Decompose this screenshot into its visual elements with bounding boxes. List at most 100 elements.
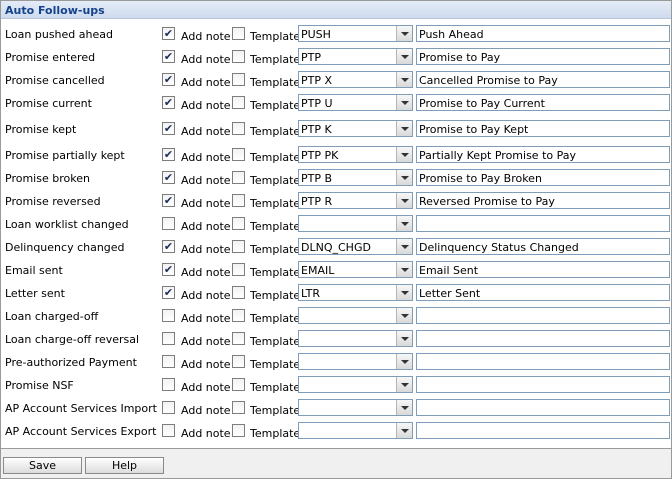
note-description-field[interactable]: Promise to Pay <box>416 48 670 65</box>
template-checkbox[interactable] <box>232 424 245 437</box>
chevron-down-icon[interactable] <box>396 308 412 323</box>
note-description-field[interactable]: Promise to Pay Kept <box>416 120 670 137</box>
note-description-field[interactable]: Partially Kept Promise to Pay <box>416 146 670 163</box>
action-code-select[interactable] <box>298 399 413 416</box>
template-checkbox[interactable] <box>232 73 245 86</box>
add-note-checkbox[interactable]: ✔ <box>162 286 175 299</box>
action-code-select[interactable]: PUSH <box>298 25 413 42</box>
template-checkbox[interactable] <box>232 355 245 368</box>
save-button[interactable]: Save <box>3 457 82 474</box>
add-note-checkbox[interactable]: ✔ <box>162 73 175 86</box>
template-checkbox[interactable] <box>232 309 245 322</box>
action-code-select[interactable]: PTP B <box>298 169 413 186</box>
add-note-checkbox[interactable]: ✔ <box>162 240 175 253</box>
template-checkbox[interactable] <box>232 240 245 253</box>
help-button[interactable]: Help <box>85 457 164 474</box>
add-note-label: Add note <box>181 220 231 233</box>
chevron-down-icon[interactable] <box>396 26 412 41</box>
action-code-select[interactable]: LTR <box>298 284 413 301</box>
note-description-field[interactable] <box>416 353 670 370</box>
event-label: Email sent <box>5 264 63 277</box>
action-code-select[interactable]: PTP X <box>298 71 413 88</box>
template-checkbox[interactable] <box>232 194 245 207</box>
note-description-field[interactable] <box>416 399 670 416</box>
event-label: Loan pushed ahead <box>5 28 113 41</box>
action-code-select[interactable] <box>298 353 413 370</box>
add-note-checkbox[interactable]: ✔ <box>162 50 175 63</box>
action-code-select[interactable]: PTP U <box>298 94 413 111</box>
template-checkbox[interactable] <box>232 27 245 40</box>
add-note-checkbox[interactable]: ✔ <box>162 27 175 40</box>
action-code-select[interactable] <box>298 307 413 324</box>
note-description-field[interactable]: Cancelled Promise to Pay <box>416 71 670 88</box>
add-note-checkbox[interactable]: ✔ <box>162 148 175 161</box>
chevron-down-icon[interactable] <box>396 147 412 162</box>
chevron-down-icon[interactable] <box>396 239 412 254</box>
chevron-down-icon[interactable] <box>396 121 412 136</box>
add-note-checkbox[interactable] <box>162 401 175 414</box>
template-checkbox[interactable] <box>232 217 245 230</box>
action-code-select[interactable] <box>298 330 413 347</box>
chevron-down-icon[interactable] <box>396 331 412 346</box>
action-code-value: PTP X <box>301 74 333 87</box>
chevron-down-icon[interactable] <box>396 193 412 208</box>
note-description-field[interactable] <box>416 376 670 393</box>
chevron-down-icon[interactable] <box>396 354 412 369</box>
chevron-down-icon[interactable] <box>396 170 412 185</box>
action-code-select[interactable]: DLNQ_CHGD <box>298 238 413 255</box>
template-checkbox[interactable] <box>232 401 245 414</box>
template-checkbox[interactable] <box>232 263 245 276</box>
action-code-select[interactable] <box>298 422 413 439</box>
add-note-checkbox[interactable]: ✔ <box>162 122 175 135</box>
action-code-select[interactable] <box>298 215 413 232</box>
template-checkbox[interactable] <box>232 171 245 184</box>
action-code-select[interactable]: PTP PK <box>298 146 413 163</box>
note-description-field[interactable]: Letter Sent <box>416 284 670 301</box>
note-description-field[interactable]: Promise to Pay Current <box>416 94 670 111</box>
add-note-checkbox[interactable] <box>162 355 175 368</box>
event-label: Promise partially kept <box>5 149 125 162</box>
note-description-field[interactable]: Push Ahead <box>416 25 670 42</box>
note-description-field[interactable]: Reversed Promise to Pay <box>416 192 670 209</box>
chevron-down-icon[interactable] <box>396 262 412 277</box>
template-checkbox[interactable] <box>232 378 245 391</box>
note-description-field[interactable] <box>416 330 670 347</box>
add-note-checkbox[interactable]: ✔ <box>162 96 175 109</box>
chevron-down-icon[interactable] <box>396 72 412 87</box>
event-label: AP Account Services Export <box>5 425 157 438</box>
template-label: Template <box>250 335 301 348</box>
chevron-down-icon[interactable] <box>396 377 412 392</box>
template-checkbox[interactable] <box>232 332 245 345</box>
note-description-field[interactable] <box>416 422 670 439</box>
chevron-down-icon[interactable] <box>396 216 412 231</box>
add-note-checkbox[interactable]: ✔ <box>162 194 175 207</box>
note-description-field[interactable]: Delinquency Status Changed <box>416 238 670 255</box>
add-note-checkbox[interactable] <box>162 309 175 322</box>
action-code-select[interactable]: EMAIL <box>298 261 413 278</box>
add-note-checkbox[interactable] <box>162 217 175 230</box>
template-checkbox[interactable] <box>232 286 245 299</box>
note-description-field[interactable]: Promise to Pay Broken <box>416 169 670 186</box>
template-checkbox[interactable] <box>232 50 245 63</box>
add-note-checkbox[interactable] <box>162 332 175 345</box>
event-label: Promise cancelled <box>5 74 105 87</box>
note-description-field[interactable] <box>416 307 670 324</box>
add-note-checkbox[interactable] <box>162 378 175 391</box>
add-note-checkbox[interactable] <box>162 424 175 437</box>
template-checkbox[interactable] <box>232 122 245 135</box>
action-code-select[interactable]: PTP K <box>298 120 413 137</box>
chevron-down-icon[interactable] <box>396 423 412 438</box>
add-note-checkbox[interactable]: ✔ <box>162 263 175 276</box>
chevron-down-icon[interactable] <box>396 400 412 415</box>
note-description-field[interactable] <box>416 215 670 232</box>
action-code-select[interactable]: PTP <box>298 48 413 65</box>
chevron-down-icon[interactable] <box>396 285 412 300</box>
chevron-down-icon[interactable] <box>396 95 412 110</box>
template-checkbox[interactable] <box>232 96 245 109</box>
add-note-checkbox[interactable]: ✔ <box>162 171 175 184</box>
chevron-down-icon[interactable] <box>396 49 412 64</box>
note-description-field[interactable]: Email Sent <box>416 261 670 278</box>
action-code-select[interactable]: PTP R <box>298 192 413 209</box>
action-code-select[interactable] <box>298 376 413 393</box>
template-checkbox[interactable] <box>232 148 245 161</box>
